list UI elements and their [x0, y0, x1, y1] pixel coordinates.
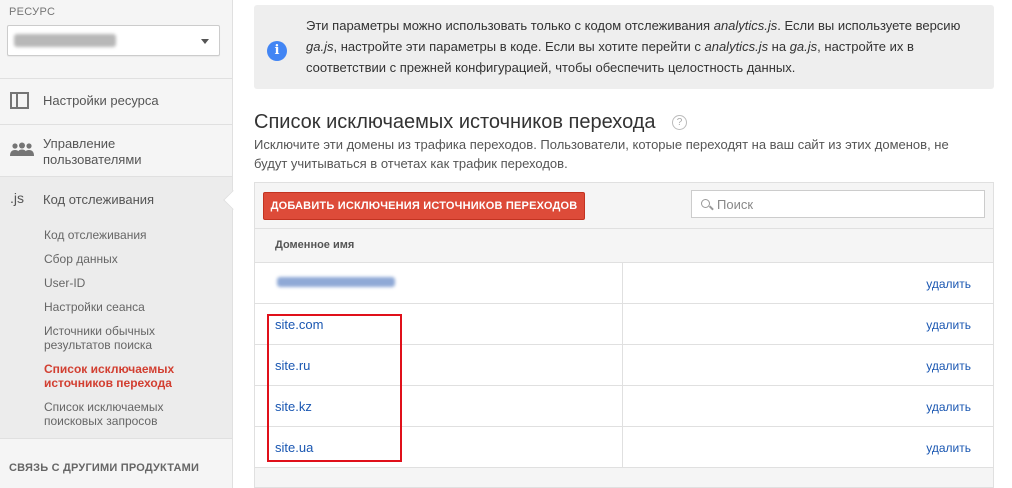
code-name: ga.js [306, 39, 334, 54]
table-divider [255, 467, 993, 468]
nav-tracking-code[interactable]: .js Код отслеживания Код отслеживания Сб… [0, 176, 243, 438]
info-icon: i [267, 41, 287, 61]
js-icon: .js [10, 190, 24, 206]
nav-user-management[interactable]: Управление пользователями [0, 124, 232, 176]
resource-label: РЕСУРС [9, 6, 56, 18]
related-products-label: СВЯЗЬ С ДРУГИМИ ПРОДУКТАМИ [9, 462, 200, 474]
delete-link[interactable]: удалить [926, 318, 971, 332]
sub-item-session-settings[interactable]: Настройки сеанса [44, 300, 224, 314]
chevron-down-icon [201, 39, 209, 44]
sub-item-referral-exclusion-list[interactable]: Список исключаемых источников перехода [44, 362, 194, 390]
search-input[interactable]: Поиск [691, 190, 985, 218]
delete-link[interactable]: удалить [926, 400, 971, 414]
delete-link[interactable]: удалить [926, 441, 971, 455]
code-name: analytics.js [713, 18, 778, 33]
nav-label: Настройки ресурса [43, 93, 159, 108]
domain-blurred [277, 277, 395, 287]
page-title: Список исключаемых источников перехода [254, 111, 656, 133]
search-placeholder: Поиск [717, 197, 754, 212]
sub-item-organic-search-sources[interactable]: Источники обычных результатов поиска [44, 324, 184, 352]
add-referral-exclusion-button[interactable]: ДОБАВИТЬ ИСКЛЮЧЕНИЯ ИСТОЧНИКОВ ПЕРЕХОДОВ [263, 192, 585, 220]
delete-link[interactable]: удалить [926, 277, 971, 291]
active-notch [223, 190, 243, 210]
help-icon[interactable]: ? [672, 115, 687, 130]
sub-item-user-id[interactable]: User-ID [44, 276, 224, 290]
code-name: ga.js [789, 39, 818, 54]
sub-item-search-term-exclusion-list[interactable]: Список исключаемых поисковых запросов [44, 400, 184, 428]
sub-item-tracking-code[interactable]: Код отслеживания [44, 228, 224, 242]
info-text: Эти параметры можно использовать только … [306, 18, 961, 75]
related-products-section: СВЯЗЬ С ДРУГИМИ ПРОДУКТАМИ [0, 438, 232, 488]
resource-value-blurred [14, 34, 116, 47]
users-icon [10, 142, 34, 156]
column-header-domain[interactable]: Доменное имя [255, 228, 993, 263]
search-icon [701, 199, 710, 208]
resource-settings-icon [10, 92, 29, 109]
table-row: удалить [255, 262, 993, 303]
sidebar: РЕСУРС Настройки ресурса Управление поль… [0, 0, 243, 488]
resource-select[interactable] [7, 25, 220, 56]
nav-resource-settings[interactable]: Настройки ресурса [0, 78, 232, 124]
column-header-label: Доменное имя [275, 239, 355, 251]
sub-item-data-collection[interactable]: Сбор данных [44, 252, 224, 266]
nav-label: Управление пользователями [43, 136, 142, 167]
annotation-highlight-box [267, 314, 402, 462]
nav-label: Код отслеживания [43, 192, 155, 207]
domain-cell [255, 263, 623, 303]
page-description: Исключите эти домены из трафика переходо… [254, 137, 949, 171]
code-name: analytics.js [704, 39, 769, 54]
info-box: i Эти параметры можно использовать тольк… [254, 5, 994, 89]
delete-link[interactable]: удалить [926, 359, 971, 373]
